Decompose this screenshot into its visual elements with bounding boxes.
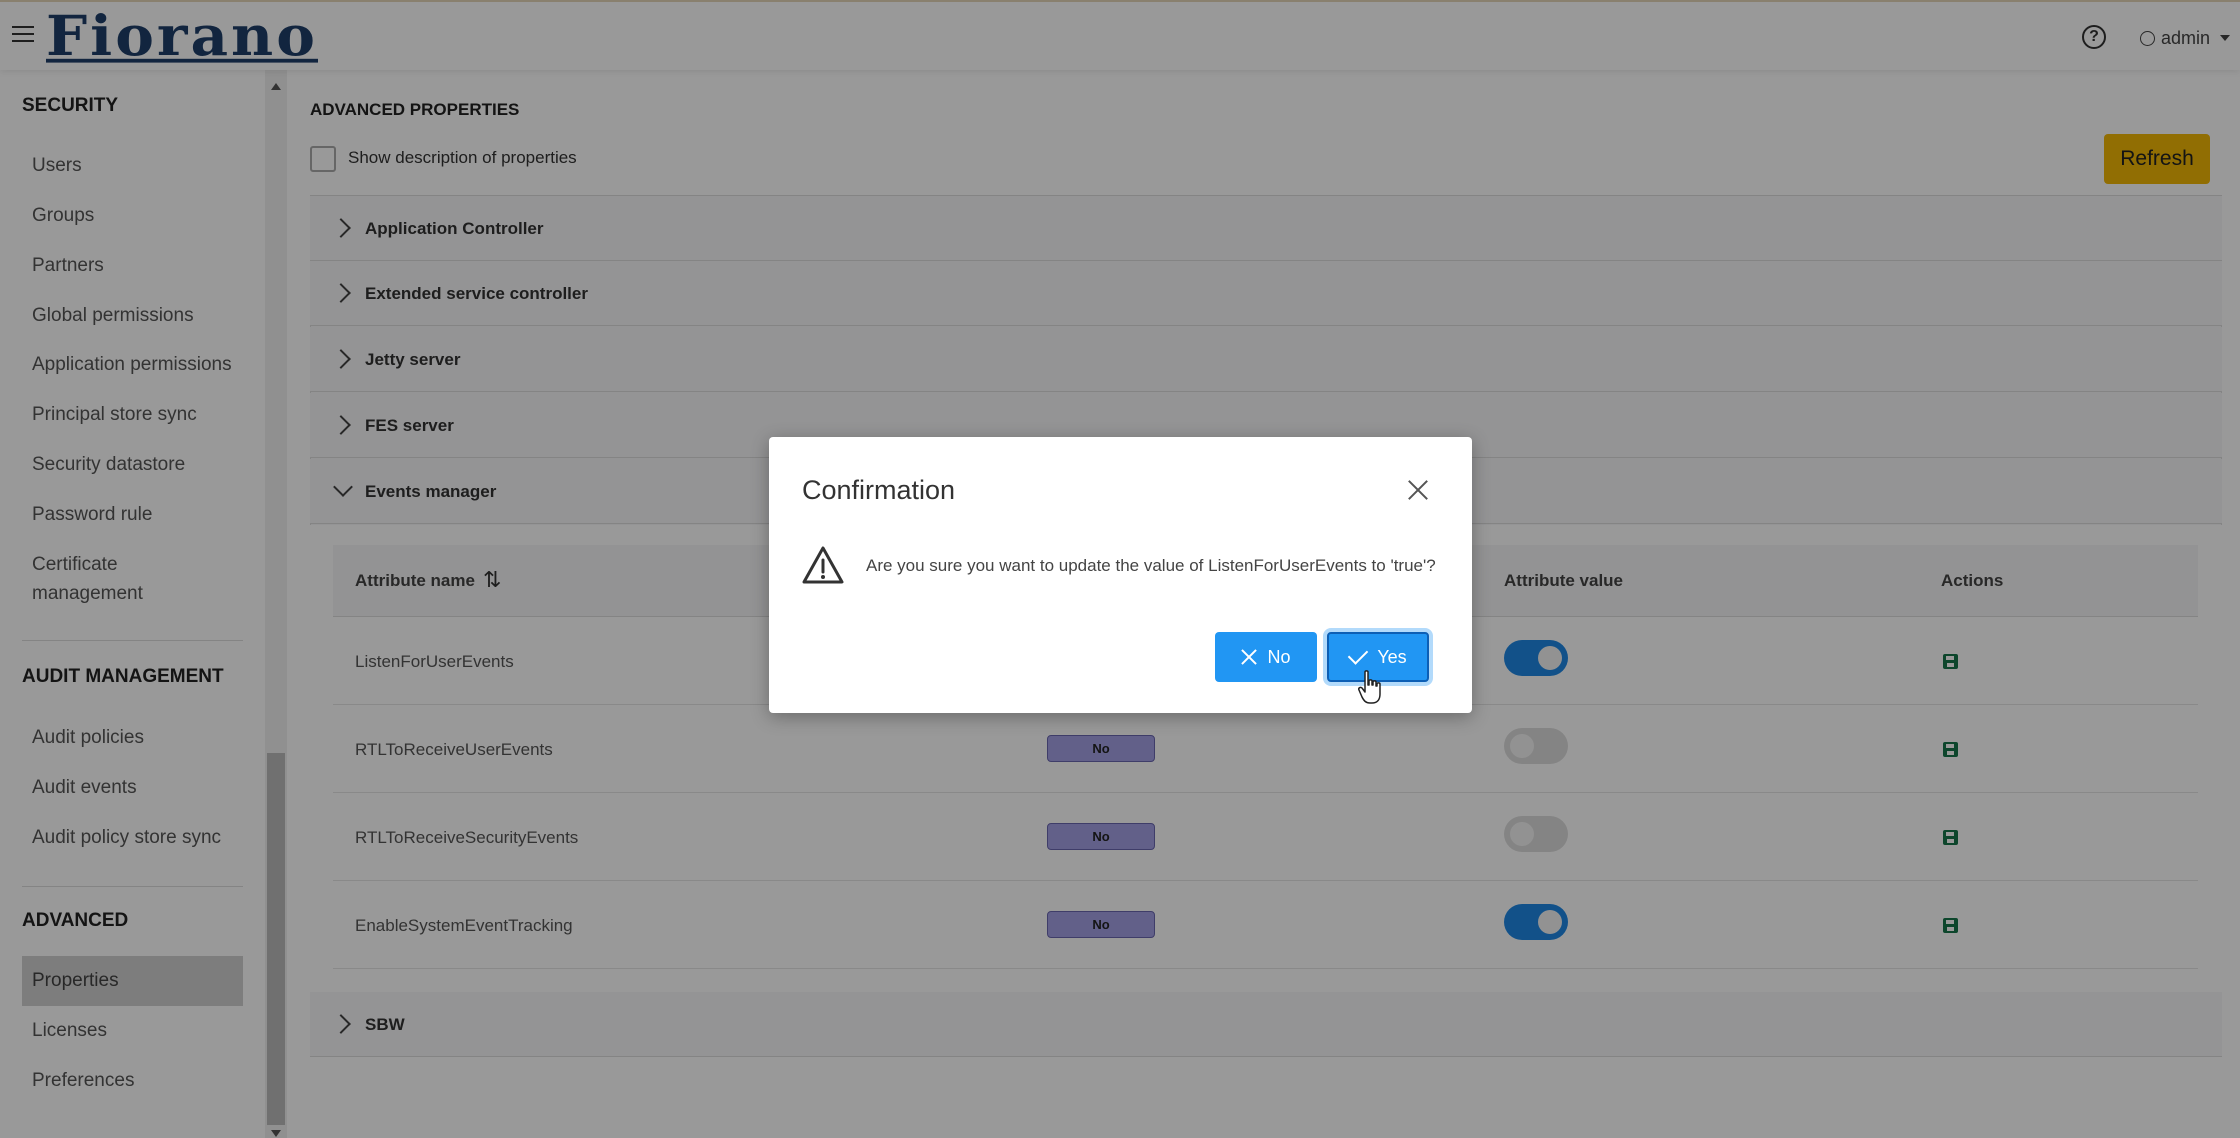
close-icon[interactable] (1405, 477, 1431, 503)
dialog-title: Confirmation (802, 475, 956, 505)
no-button-label: No (1267, 646, 1291, 667)
check-icon (1348, 644, 1369, 665)
yes-button-label: Yes (1377, 646, 1407, 667)
dialog-message: Are you sure you want to update the valu… (866, 556, 1436, 575)
warning-icon (802, 546, 844, 584)
close-icon (1241, 649, 1257, 665)
no-button[interactable]: No (1215, 632, 1317, 682)
hand-cursor-icon (1358, 670, 1381, 704)
